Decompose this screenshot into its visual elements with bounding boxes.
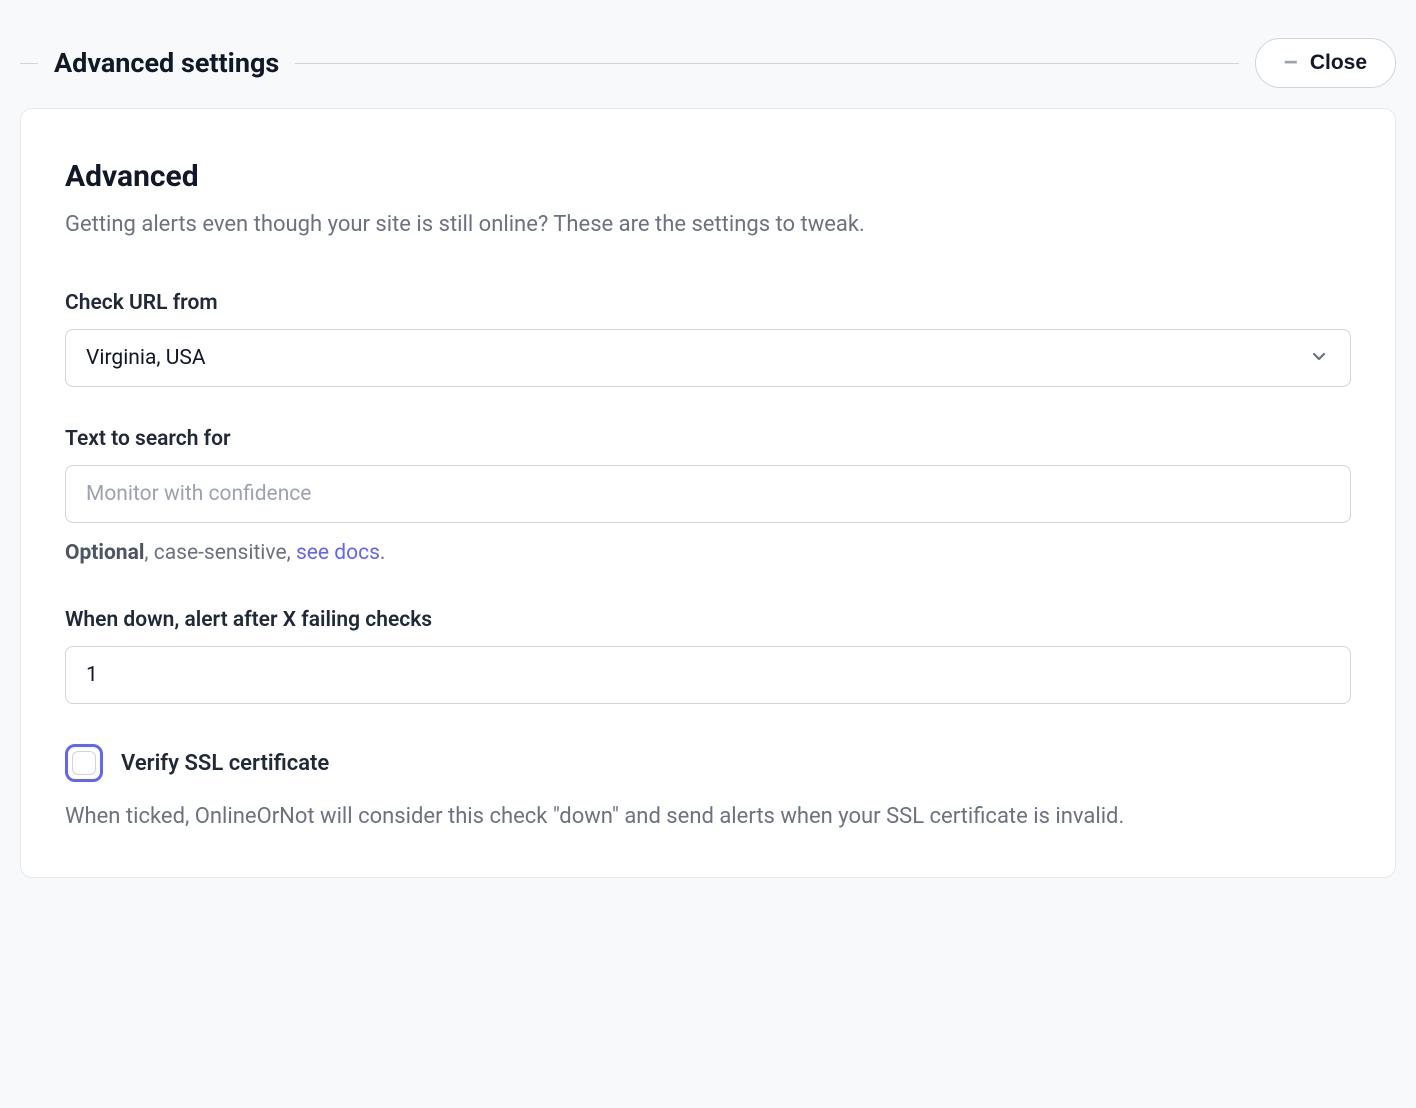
advanced-card: Advanced Getting alerts even though your… xyxy=(20,108,1396,878)
helper-end: . xyxy=(380,541,386,565)
close-button[interactable]: − Close xyxy=(1255,38,1396,88)
section-title: Advanced settings xyxy=(54,47,279,79)
search-text-input[interactable] xyxy=(65,465,1351,523)
checkbox-inner xyxy=(72,751,96,775)
ssl-checkbox-row: Verify SSL certificate xyxy=(65,744,1351,782)
alert-after-label: When down, alert after X failing checks xyxy=(65,608,1351,632)
search-text-label: Text to search for xyxy=(65,427,1351,451)
card-title: Advanced xyxy=(65,159,1351,194)
search-text-group: Text to search for Optional, case-sensit… xyxy=(65,427,1351,568)
check-url-label: Check URL from xyxy=(65,291,1351,315)
minus-icon: − xyxy=(1284,51,1298,75)
ssl-group: Verify SSL certificate When ticked, Onli… xyxy=(65,744,1351,833)
see-docs-link[interactable]: see docs xyxy=(296,541,380,565)
ssl-checkbox[interactable] xyxy=(65,744,103,782)
search-text-helper: Optional, case-sensitive, see docs. xyxy=(65,539,1351,568)
alert-after-input[interactable] xyxy=(65,646,1351,704)
ssl-description: When ticked, OnlineOrNot will consider t… xyxy=(65,800,1351,833)
check-url-select[interactable]: Virginia, USA xyxy=(65,329,1351,387)
check-url-group: Check URL from Virginia, USA xyxy=(65,291,1351,387)
alert-after-group: When down, alert after X failing checks xyxy=(65,608,1351,704)
close-button-label: Close xyxy=(1310,51,1367,75)
divider-left xyxy=(20,63,38,64)
check-url-select-wrapper: Virginia, USA xyxy=(65,329,1351,387)
divider-right xyxy=(295,63,1239,64)
card-subtitle: Getting alerts even though your site is … xyxy=(65,210,1351,241)
helper-mid: , case-sensitive, xyxy=(144,541,296,565)
helper-optional: Optional xyxy=(65,541,144,565)
ssl-checkbox-label: Verify SSL certificate xyxy=(121,751,329,776)
section-header: Advanced settings − Close xyxy=(20,20,1396,88)
